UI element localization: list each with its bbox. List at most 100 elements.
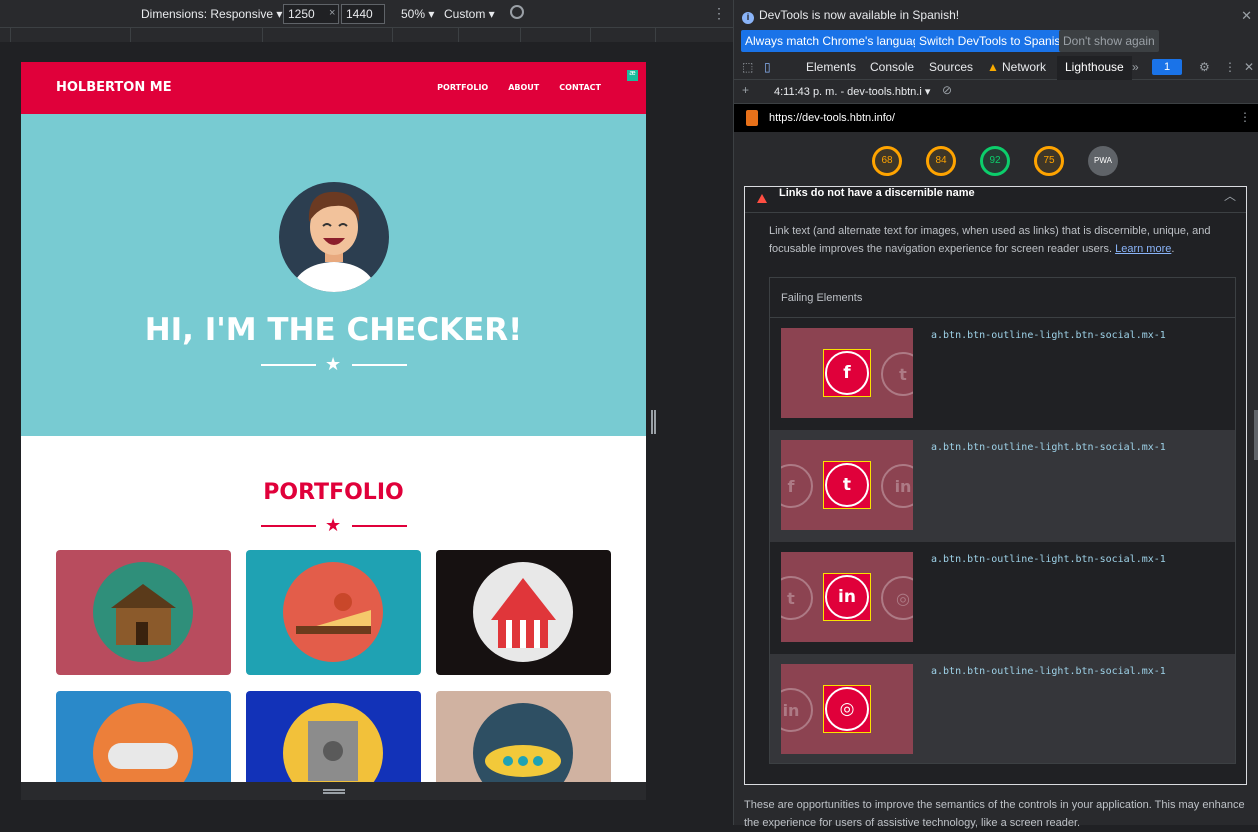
nav-about[interactable]: ABOUT xyxy=(508,83,539,92)
new-report-icon[interactable]: + xyxy=(742,83,749,97)
rotate-icon[interactable] xyxy=(510,5,524,19)
score-gauges: 68 84 92 75 PWA xyxy=(734,132,1258,188)
portfolio-item-cake[interactable] xyxy=(246,550,421,675)
accessibility-gauge[interactable]: 84 xyxy=(926,146,956,176)
facebook-icon: f xyxy=(781,464,813,508)
element-selector[interactable]: a.btn.btn-outline-light.btn-social.mx-1 xyxy=(931,330,1166,341)
device-toolbar: Dimensions: Responsive ▾ 1250 × 1440 50%… xyxy=(0,0,733,28)
dribbble-icon: ◎ xyxy=(881,576,913,620)
tab-console[interactable]: Console xyxy=(870,60,914,74)
report-selector[interactable]: 4:11:43 p. m. - dev-tools.hbtn.i ▾ xyxy=(774,85,930,98)
failing-element-row[interactable]: t ◎ in a.btn.btn-outline-light.btn-socia… xyxy=(770,542,1235,654)
throttle-select[interactable]: Custom ▾ xyxy=(444,7,495,21)
element-selector[interactable]: a.btn.btn-outline-light.btn-social.mx-1 xyxy=(931,442,1166,453)
portfolio-item-safe[interactable] xyxy=(246,691,421,782)
report-url[interactable]: https://dev-tools.hbtn.info/ xyxy=(769,112,895,124)
scrollbar[interactable] xyxy=(1254,410,1258,460)
failing-elements-table: Failing Elements t f a.btn.btn-outline-l… xyxy=(769,277,1236,764)
facebook-icon: f xyxy=(825,351,869,395)
fail-triangle-icon xyxy=(757,194,767,203)
hero-section: HI, I'M THE CHECKER! ★ xyxy=(21,114,646,436)
close-icon[interactable]: ✕ xyxy=(1241,8,1252,24)
performance-gauge[interactable]: 68 xyxy=(872,146,902,176)
height-input[interactable]: 1440 xyxy=(341,4,385,24)
site-brand[interactable]: HOLBERTON ME xyxy=(56,80,172,95)
close-devtools-icon[interactable]: ✕ xyxy=(1244,60,1254,74)
lighthouse-logo-icon xyxy=(746,110,758,126)
twitter-icon: t xyxy=(825,463,869,507)
report-menu-icon[interactable]: ⋮ xyxy=(1239,110,1251,124)
issues-badge[interactable]: 1 xyxy=(1152,59,1182,75)
audit-description: Link text (and alternate text for images… xyxy=(769,225,1211,255)
gear-icon[interactable]: ⚙ xyxy=(1199,60,1210,74)
dont-show-again-button[interactable]: Don't show again xyxy=(1059,30,1159,52)
tab-elements[interactable]: Elements xyxy=(806,60,856,74)
kebab-menu-icon[interactable]: ⋮ xyxy=(1224,60,1236,74)
language-infobar: i DevTools is now available in Spanish! xyxy=(742,8,959,24)
audit-group-description: These are opportunities to improve the s… xyxy=(744,799,1245,829)
report-url-bar: https://dev-tools.hbtn.info/ ⋮ xyxy=(734,104,1258,132)
failing-elements-header: Failing Elements xyxy=(770,278,1235,318)
element-selector[interactable]: a.btn.btn-outline-light.btn-social.mx-1 xyxy=(931,666,1166,677)
warning-icon: ▲ xyxy=(987,60,999,74)
hero-divider: ★ xyxy=(261,354,407,374)
learn-more-link[interactable]: Learn more xyxy=(1115,243,1171,255)
twitter-icon: t xyxy=(881,352,913,396)
twitter-icon: t xyxy=(781,576,813,620)
zoom-select[interactable]: 50% ▾ xyxy=(401,7,434,21)
portfolio-section: PORTFOLIO ★ xyxy=(21,436,646,782)
dimensions-select[interactable]: Dimensions: Responsive ▾ xyxy=(141,7,282,21)
linkedin-icon: in xyxy=(781,688,813,732)
nav-contact[interactable]: CONTACT xyxy=(559,83,601,92)
star-icon: ★ xyxy=(325,515,342,535)
element-screenshot: f in t xyxy=(781,440,913,530)
portfolio-title: PORTFOLIO xyxy=(263,480,404,505)
hero-title: HI, I'M THE CHECKER! xyxy=(144,312,523,348)
clear-icon[interactable]: ⊘ xyxy=(942,83,952,97)
page-viewport: HOLBERTON ME PORTFOLIO ABOUT CONTACT æ H… xyxy=(21,62,646,782)
switch-spanish-button[interactable]: Switch DevTools to Spanish xyxy=(915,30,1072,52)
portfolio-item-submarine[interactable] xyxy=(436,691,611,782)
match-language-button[interactable]: Always match Chrome's language xyxy=(741,30,931,52)
tab-sources[interactable]: Sources xyxy=(929,60,973,74)
portfolio-item-controller[interactable] xyxy=(56,691,231,782)
lighthouse-toolbar: + 4:11:43 p. m. - dev-tools.hbtn.i ▾ ⊘ xyxy=(734,80,1258,104)
best-practices-gauge[interactable]: 92 xyxy=(980,146,1010,176)
dribbble-icon: ◎ xyxy=(825,687,869,731)
audit-title: Links do not have a discernible name xyxy=(779,187,975,199)
tab-network[interactable]: Network xyxy=(1002,60,1046,74)
devtools-panel: i DevTools is now available in Spanish! ✕… xyxy=(733,0,1258,829)
portfolio-divider: ★ xyxy=(261,515,407,535)
failing-element-row[interactable]: t f a.btn.btn-outline-light.btn-social.m… xyxy=(770,318,1235,430)
avatar xyxy=(279,182,389,292)
star-icon: ★ xyxy=(325,354,342,374)
tab-lighthouse[interactable]: Lighthouse xyxy=(1057,56,1132,80)
failing-element-row[interactable]: f in t a.btn.btn-outline-light.btn-socia… xyxy=(770,430,1235,542)
linkedin-icon: in xyxy=(825,575,869,619)
device-toggle-icon[interactable]: ▯ xyxy=(764,60,771,74)
devtools-tabs: ⬚ ▯ Elements Console Sources ▲ Network L… xyxy=(734,56,1258,80)
more-tabs-icon[interactable]: » xyxy=(1132,60,1139,74)
chevron-up-icon[interactable]: ︿ xyxy=(1224,187,1236,204)
audit-header[interactable]: Links do not have a discernible name ︿ xyxy=(745,187,1246,213)
element-selector[interactable]: a.btn.btn-outline-light.btn-social.mx-1 xyxy=(931,554,1166,565)
failing-element-row[interactable]: in ◎ a.btn.btn-outline-light.btn-social.… xyxy=(770,654,1235,763)
pwa-gauge[interactable]: PWA xyxy=(1088,146,1118,176)
infobar-message: DevTools is now available in Spanish! xyxy=(759,8,960,22)
seo-gauge[interactable]: 75 xyxy=(1034,146,1064,176)
element-screenshot: t f xyxy=(781,328,913,418)
resize-bar-bottom[interactable] xyxy=(21,782,646,800)
more-options-icon[interactable]: ⋮ xyxy=(712,5,726,22)
portfolio-item-circus[interactable] xyxy=(436,550,611,675)
times-sign: × xyxy=(329,7,336,19)
element-screenshot: t ◎ in xyxy=(781,552,913,642)
audit-details: Links do not have a discernible name ︿ L… xyxy=(744,186,1247,785)
element-screenshot: in ◎ xyxy=(781,664,913,754)
inspect-icon[interactable]: ⬚ xyxy=(742,60,753,74)
extension-badge-icon: æ xyxy=(627,70,638,81)
nav-portfolio[interactable]: PORTFOLIO xyxy=(437,83,488,92)
site-navbar: HOLBERTON ME PORTFOLIO ABOUT CONTACT æ xyxy=(21,62,646,114)
portfolio-item-cabin[interactable] xyxy=(56,550,231,675)
media-query-ruler xyxy=(0,28,733,42)
resize-handle-right[interactable] xyxy=(651,410,656,434)
